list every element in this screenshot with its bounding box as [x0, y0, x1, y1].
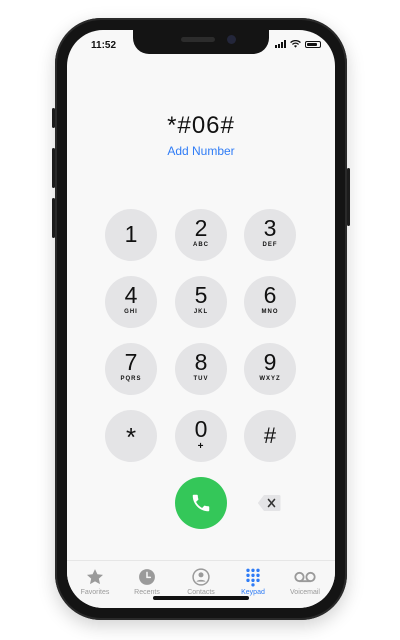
tab-label: Voicemail: [290, 589, 320, 596]
key-letters: PQRS: [120, 376, 142, 382]
key-letters: MNO: [261, 309, 279, 315]
key-letters: TUV: [193, 376, 209, 382]
side-button: [347, 168, 350, 226]
delete-icon: [257, 495, 281, 511]
key-digit: 1: [124, 221, 138, 247]
key-5[interactable]: 5 JKL: [175, 276, 227, 328]
key-digit: *: [125, 422, 137, 452]
tab-contacts[interactable]: Contacts: [177, 567, 225, 596]
key-digit: 7: [124, 349, 138, 375]
phone-frame: 11:52 *#06# Add Number 1 2 ABC 3 DEF 4 G…: [52, 18, 350, 620]
key-7[interactable]: 7 PQRS: [105, 343, 157, 395]
key-letters: +: [197, 441, 205, 452]
clock-icon: [139, 569, 155, 585]
add-number-link[interactable]: Add Number: [67, 144, 335, 158]
notch: [133, 30, 269, 54]
key-digit: 8: [194, 349, 208, 375]
tab-label: Contacts: [187, 589, 215, 596]
tab-bar: Favorites Recents Contacts Keypad Voicem…: [67, 560, 335, 608]
key-3[interactable]: 3 DEF: [244, 209, 296, 261]
key-letters: WXYZ: [259, 376, 281, 382]
mute-switch: [52, 108, 55, 128]
key-digit: 0: [194, 416, 208, 442]
key-digit: #: [263, 423, 277, 448]
key-letters: GHI: [124, 309, 138, 315]
tab-label: Keypad: [241, 589, 265, 596]
voicemail-icon: [294, 571, 316, 583]
key-digit: 9: [263, 349, 277, 375]
key-letters: ABC: [193, 242, 209, 248]
key-hash[interactable]: #: [244, 410, 296, 462]
key-letters: JKL: [193, 309, 209, 315]
key-4[interactable]: 4 GHI: [105, 276, 157, 328]
status-time: 11:52: [91, 40, 117, 51]
key-2[interactable]: 2 ABC: [175, 209, 227, 261]
call-button[interactable]: [175, 477, 227, 529]
tab-label: Recents: [134, 589, 160, 596]
tab-voicemail[interactable]: Voicemail: [281, 567, 329, 596]
signal-icon: [275, 40, 286, 48]
key-9[interactable]: 9 WXYZ: [244, 343, 296, 395]
home-indicator[interactable]: [153, 596, 249, 600]
screen: 11:52 *#06# Add Number 1 2 ABC 3 DEF 4 G…: [67, 30, 335, 608]
volume-up-button: [52, 148, 55, 188]
battery-icon: [305, 41, 321, 48]
keypad-icon: [246, 568, 260, 587]
key-1[interactable]: 1: [105, 209, 157, 261]
key-digit: 5: [194, 282, 208, 308]
star-icon: [87, 569, 103, 585]
key-digit: 6: [263, 282, 277, 308]
phone-icon: [192, 494, 210, 512]
person-icon: [192, 568, 210, 586]
key-8[interactable]: 8 TUV: [175, 343, 227, 395]
volume-down-button: [52, 198, 55, 238]
key-6[interactable]: 6 MNO: [244, 276, 296, 328]
status-icons: [275, 40, 321, 48]
front-camera: [227, 35, 236, 44]
wifi-icon: [290, 40, 301, 48]
tab-keypad[interactable]: Keypad: [229, 567, 277, 596]
backspace-button[interactable]: [257, 494, 281, 517]
key-star[interactable]: *: [105, 410, 157, 462]
key-0[interactable]: 0 +: [175, 410, 227, 462]
dialed-number: *#06#: [167, 112, 235, 139]
tab-recents[interactable]: Recents: [123, 567, 171, 596]
key-letters: DEF: [262, 242, 278, 248]
tab-favorites[interactable]: Favorites: [71, 567, 119, 596]
tab-label: Favorites: [80, 589, 110, 596]
key-digit: 2: [194, 215, 208, 241]
key-digit: 3: [263, 215, 277, 241]
key-digit: 4: [124, 282, 138, 308]
speaker: [181, 37, 215, 42]
